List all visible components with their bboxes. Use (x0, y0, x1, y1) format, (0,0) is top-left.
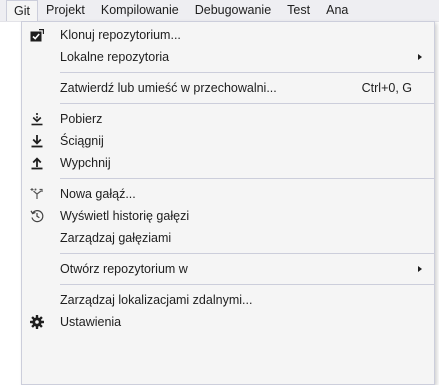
fetch-icon (22, 108, 52, 130)
menu-item-label: Zatwierdź lub umieść w przechowalni... (60, 81, 277, 95)
menu-debug[interactable]: Debugowanie (187, 0, 279, 21)
menu-item-label: Pobierz (60, 112, 103, 126)
menu-item-open-repository-in[interactable]: Otwórz repozytorium w (22, 258, 434, 280)
new-branch-icon (22, 183, 52, 205)
menu-item-push[interactable]: Wypchnij (22, 152, 434, 174)
menu-item-label: Zarządzaj lokalizacjami zdalnymi... (60, 293, 253, 307)
menu-analyze[interactable]: Ana (318, 0, 439, 21)
menu-item-label: Ustawienia (60, 315, 122, 329)
push-icon (22, 152, 52, 174)
menu-item-label: Wypchnij (60, 156, 111, 170)
menu-item-clone-repository[interactable]: Klonuj repozytorium... (22, 24, 434, 46)
submenu-arrow-icon (418, 266, 422, 272)
menu-separator (60, 253, 434, 254)
menu-build[interactable]: Kompilowanie (93, 0, 187, 21)
menu-item-label: Ściągnij (60, 134, 104, 148)
menu-item-label: Lokalne repozytoria (60, 50, 170, 64)
menu-item-label: Nowa gałąź... (60, 187, 136, 201)
menu-item-shortcut: Ctrl+0, G (361, 81, 412, 95)
menu-item-label: Otwórz repozytorium w (60, 262, 188, 276)
menu-item-branch-history[interactable]: Wyświetl historię gałęzi (22, 205, 434, 227)
menu-bar: Git Projekt Kompilowanie Debugowanie Tes… (0, 0, 439, 22)
menu-project[interactable]: Projekt (38, 0, 93, 21)
menu-item-fetch[interactable]: Pobierz (22, 108, 434, 130)
menu-git[interactable]: Git (6, 0, 38, 21)
menu-test[interactable]: Test (279, 0, 318, 21)
menu-item-label: Zarządzaj gałęziami (60, 231, 172, 245)
history-icon (22, 205, 52, 227)
menu-item-commit-or-stash[interactable]: Zatwierdź lub umieść w przechowalni... C… (22, 77, 434, 99)
screen: Git Projekt Kompilowanie Debugowanie Tes… (0, 0, 439, 385)
menu-item-label: Klonuj repozytorium... (60, 28, 181, 42)
submenu-arrow-icon (418, 54, 422, 60)
menu-item-manage-remotes[interactable]: Zarządzaj lokalizacjami zdalnymi... (22, 289, 434, 311)
menu-separator (60, 103, 434, 104)
menu-item-manage-branches[interactable]: Zarządzaj gałęziami (22, 227, 434, 249)
menu-item-new-branch[interactable]: Nowa gałąź... (22, 183, 434, 205)
menu-separator (60, 284, 434, 285)
clone-repository-icon (22, 24, 52, 46)
menu-item-label: Wyświetl historię gałęzi (60, 209, 190, 223)
git-dropdown-menu: Klonuj repozytorium... Lokalne repozytor… (21, 21, 435, 385)
pull-icon (22, 130, 52, 152)
gear-icon (22, 311, 52, 333)
menu-item-pull[interactable]: Ściągnij (22, 130, 434, 152)
menu-item-local-repositories[interactable]: Lokalne repozytoria (22, 46, 434, 68)
menu-item-settings[interactable]: Ustawienia (22, 311, 434, 333)
menu-separator (60, 72, 434, 73)
menu-separator (60, 178, 434, 179)
